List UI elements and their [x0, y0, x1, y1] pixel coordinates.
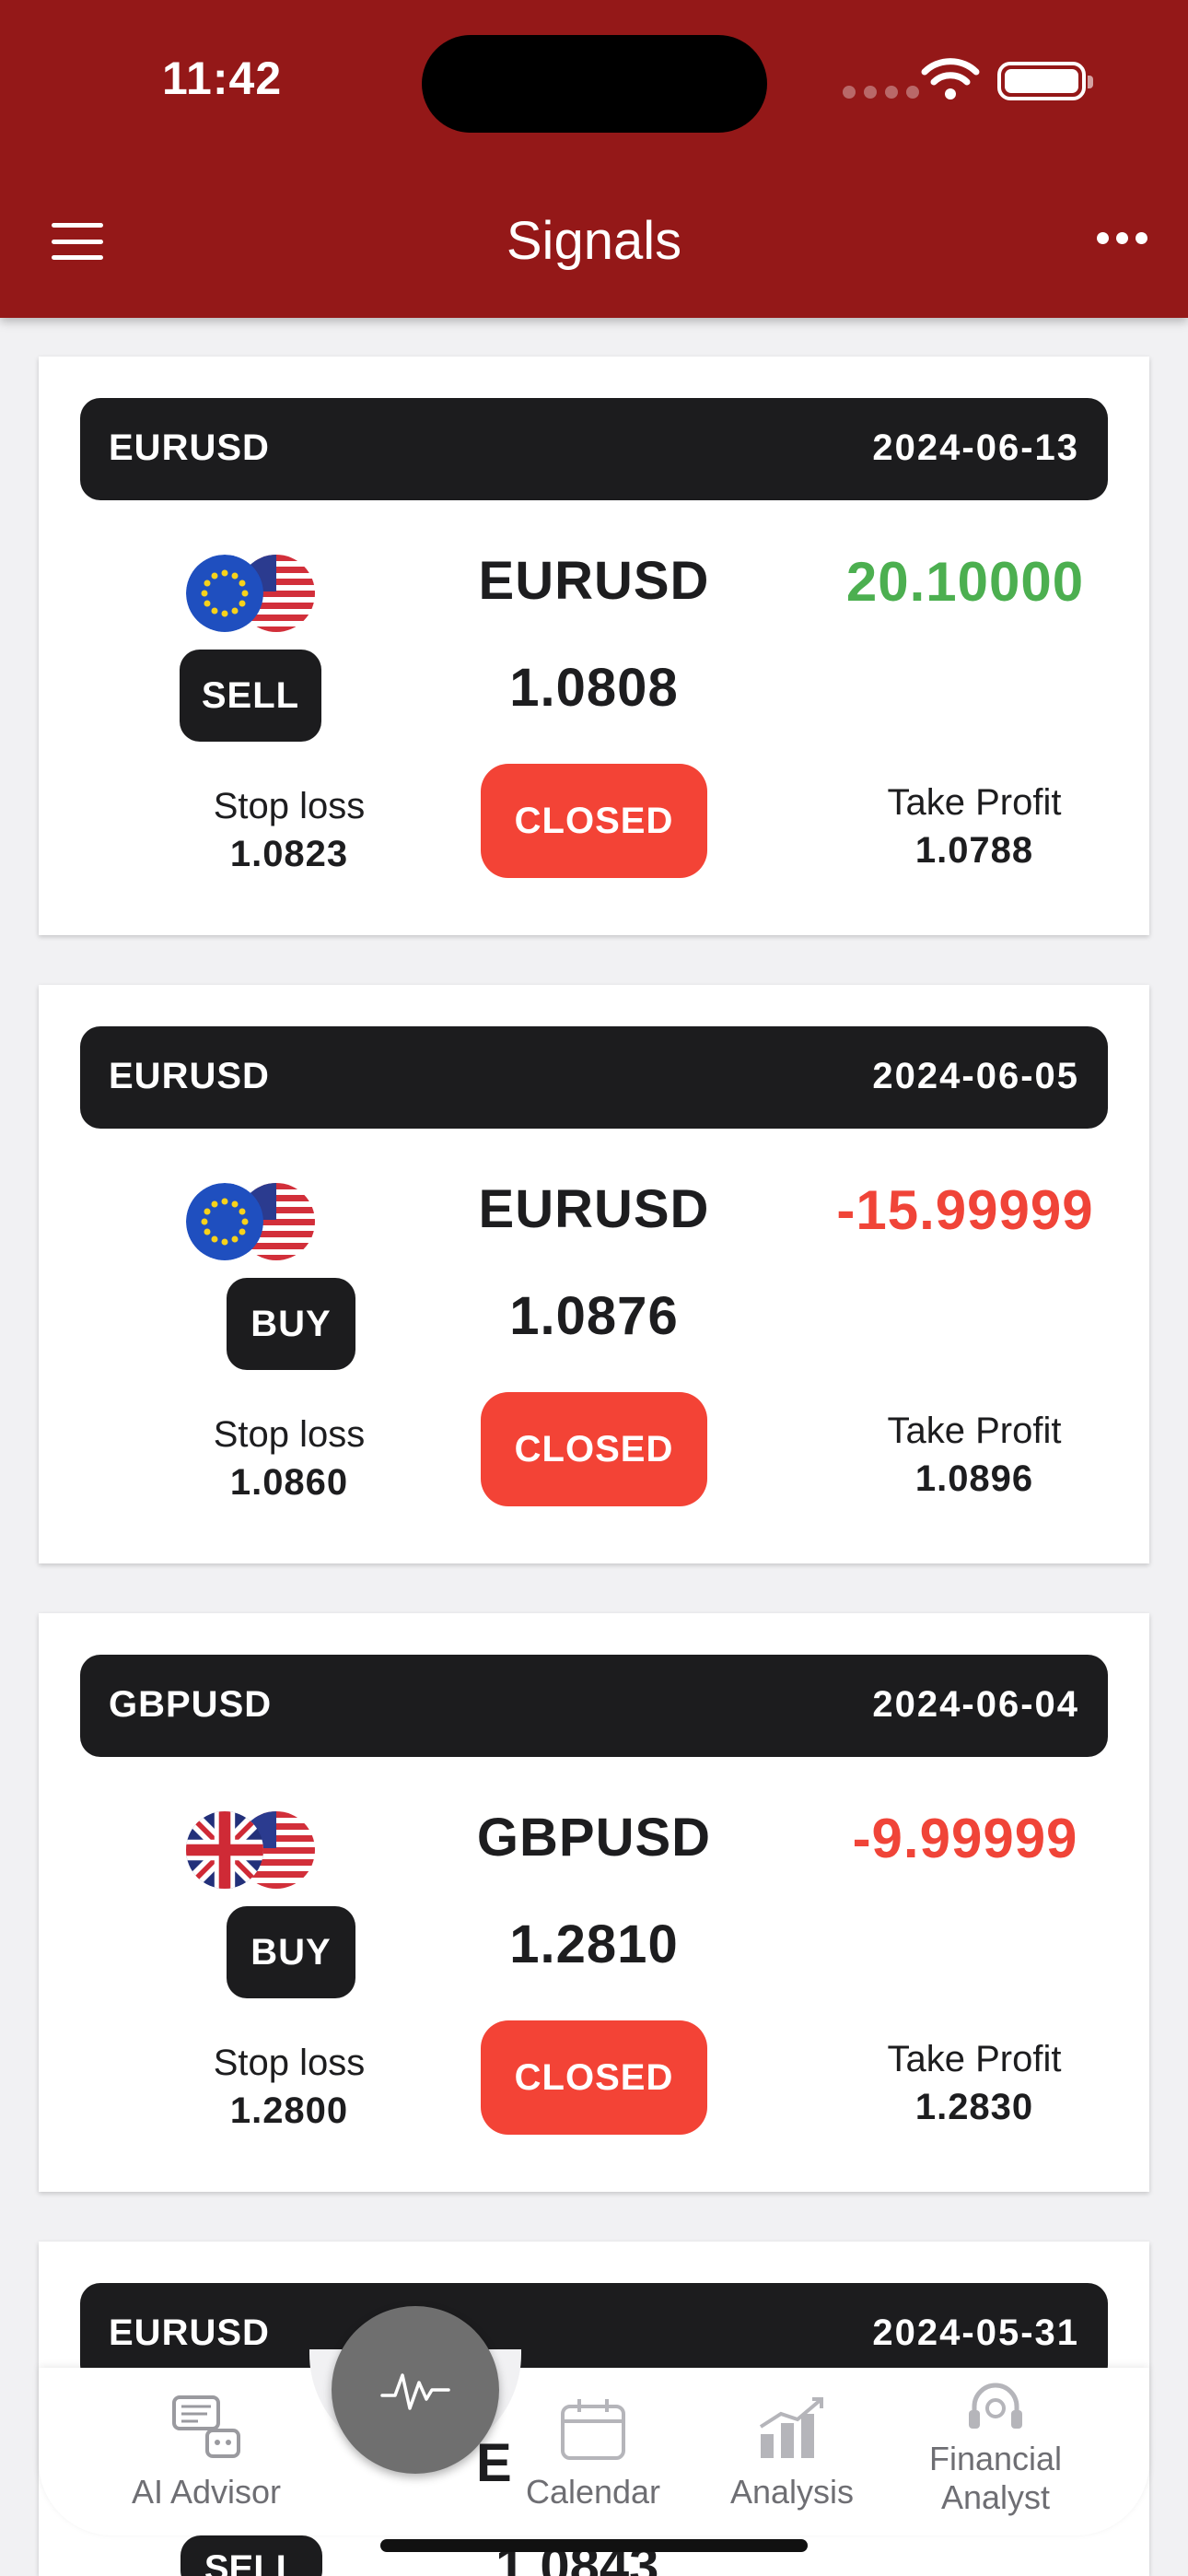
signal-profit: -9.99999	[852, 1808, 1078, 1869]
currency-flags	[186, 1183, 315, 1266]
stop-loss-value: 1.2800	[229, 2090, 349, 2131]
stop-loss-label: Stop loss	[213, 1414, 366, 1455]
signal-card[interactable]: EURUSD 2024-06-13 SELL Stop loss 1.0823 …	[39, 357, 1149, 935]
cellular-signal-icon	[843, 86, 919, 99]
take-profit-value: 1.0788	[914, 830, 1034, 871]
page-title: Signals	[506, 211, 682, 271]
signal-entry-price: 1.0876	[509, 1286, 679, 1346]
take-profit-value: 1.2830	[914, 2087, 1034, 2127]
signal-side-peek: SELL	[181, 2535, 322, 2576]
signal-pair-label: EURUSD	[109, 427, 270, 468]
headset-icon	[969, 2383, 1022, 2429]
nav-label: Calendar	[525, 2473, 661, 2511]
nav-ai-advisor[interactable]: AI Advisor	[105, 2394, 308, 2512]
signal-profit: -15.99999	[836, 1179, 1094, 1241]
nav-calendar[interactable]: Calendar	[492, 2397, 694, 2512]
nav-analysis[interactable]: Analysis	[691, 2394, 893, 2512]
uk-flag-icon	[186, 1811, 263, 1889]
robot-chat-icon	[172, 2395, 240, 2458]
signal-card[interactable]: EURUSD 2024-06-05 BUY Stop loss 1.0860 E…	[39, 985, 1149, 1563]
signal-pair: EURUSD	[478, 1179, 710, 1239]
signal-side-badge: BUY	[227, 1278, 355, 1370]
closed-status-button[interactable]: CLOSED	[481, 2020, 707, 2135]
stop-loss-label: Stop loss	[213, 2043, 366, 2083]
signal-profit: 20.10000	[845, 551, 1085, 613]
signals-fab-button[interactable]	[332, 2306, 499, 2474]
take-profit-value: 1.0896	[914, 1458, 1034, 1499]
eu-flag-icon	[186, 555, 263, 632]
dynamic-island	[422, 35, 767, 133]
pulse-chart-icon	[380, 2373, 450, 2410]
currency-flags	[186, 555, 315, 638]
nav-financial-analyst[interactable]: Financial Analyst	[890, 2381, 1101, 2517]
bottom-navigation: AI Advisor Calendar Analysis Financial A…	[39, 2349, 1149, 2535]
more-horizontal-icon[interactable]	[1097, 232, 1147, 244]
stop-loss-value: 1.0860	[229, 1462, 349, 1503]
nav-label: Financial Analyst	[928, 2440, 1063, 2516]
signal-date: 2024-05-31	[872, 2313, 1079, 2353]
bar-chart-icon	[759, 2397, 823, 2458]
signal-date: 2024-06-05	[872, 1056, 1079, 1096]
closed-status-button[interactable]: CLOSED	[481, 1392, 707, 1506]
signal-pair: EURUSD	[478, 551, 710, 611]
signal-pair-label: EURUSD	[109, 1056, 270, 1096]
currency-flags	[186, 1811, 315, 1894]
signal-card[interactable]: GBPUSD 2024-06-04 BUY Stop loss 1.2800 G…	[39, 1613, 1149, 2192]
nav-label: AI Advisor	[131, 2473, 282, 2511]
signal-pair-label: GBPUSD	[109, 1684, 273, 1725]
signal-pair-peek: E	[476, 2433, 512, 2493]
take-profit-label: Take Profit	[887, 2039, 1062, 2079]
battery-icon	[997, 62, 1093, 100]
signal-side-badge: BUY	[227, 1906, 355, 1998]
status-time: 11:42	[162, 53, 283, 104]
signal-side-badge: SELL	[180, 650, 321, 742]
stop-loss-value: 1.0823	[229, 834, 349, 874]
signal-date: 2024-06-04	[872, 1684, 1079, 1725]
app-header: 11:42 Signals	[0, 0, 1188, 318]
signal-entry-price: 1.2810	[509, 1914, 679, 1974]
signal-card-header: EURUSD 2024-06-05	[80, 1026, 1108, 1129]
eu-flag-icon	[186, 1183, 263, 1260]
take-profit-label: Take Profit	[887, 1411, 1062, 1451]
closed-status-button[interactable]: CLOSED	[481, 764, 707, 878]
wifi-icon	[921, 58, 980, 100]
signal-card-header: EURUSD 2024-06-13	[80, 398, 1108, 500]
signal-card-header: GBPUSD 2024-06-04	[80, 1655, 1108, 1757]
home-indicator	[380, 2539, 808, 2552]
signal-entry-price: 1.0808	[509, 658, 679, 718]
take-profit-label: Take Profit	[887, 782, 1062, 823]
nav-label: Analysis	[729, 2473, 855, 2511]
calendar-icon	[561, 2399, 625, 2460]
stop-loss-label: Stop loss	[213, 786, 366, 826]
signal-pair: GBPUSD	[476, 1808, 712, 1868]
signal-pair-label: EURUSD	[109, 2313, 270, 2353]
signal-date: 2024-06-13	[872, 427, 1079, 468]
